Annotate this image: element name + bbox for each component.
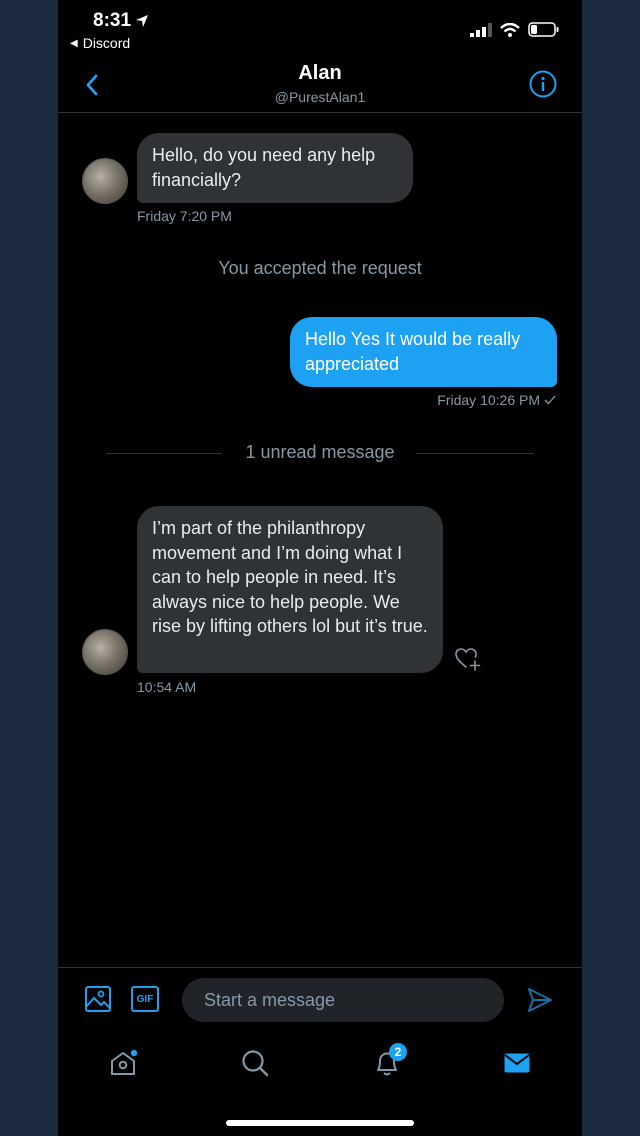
avatar[interactable] bbox=[82, 629, 128, 675]
back-app-label: Discord bbox=[82, 35, 131, 51]
back-triangle-icon: ◀ bbox=[70, 37, 78, 49]
phone-screen: 8:31 ◀ Discord Alan @PurestAlan1 Hello, … bbox=[58, 0, 582, 1136]
gif-button[interactable]: GIF bbox=[131, 986, 159, 1012]
bottom-tab-bar: 2 bbox=[58, 1033, 582, 1093]
tab-notifications[interactable]: 2 bbox=[365, 1041, 409, 1085]
avatar[interactable] bbox=[82, 158, 128, 204]
image-button[interactable] bbox=[84, 985, 112, 1013]
gif-label: GIF bbox=[136, 993, 154, 1005]
home-icon bbox=[111, 1049, 138, 1075]
message-input[interactable]: Start a message bbox=[182, 978, 504, 1022]
message-timestamp: Friday 7:20 PM bbox=[137, 208, 232, 224]
notification-badge: 2 bbox=[389, 1043, 407, 1061]
message-bubble-incoming[interactable]: Hello, do you need any help financially? bbox=[137, 133, 413, 203]
conversation-header: Alan @PurestAlan1 bbox=[58, 60, 582, 113]
send-icon bbox=[528, 988, 552, 1012]
tab-search[interactable] bbox=[233, 1041, 277, 1085]
message-bubble-incoming[interactable]: I’m part of the philanthropy movement an… bbox=[137, 506, 443, 673]
message-text: Hello Yes It would be really appreciated bbox=[305, 329, 521, 374]
tab-home[interactable] bbox=[101, 1041, 145, 1085]
status-time: 8:31 bbox=[93, 10, 149, 32]
mail-icon bbox=[504, 1053, 530, 1073]
image-icon bbox=[85, 986, 111, 1012]
message-composer: GIF Start a message bbox=[58, 967, 582, 1032]
info-icon bbox=[529, 70, 557, 98]
battery-icon bbox=[528, 22, 559, 37]
system-message: You accepted the request bbox=[218, 258, 422, 278]
tab-messages[interactable] bbox=[495, 1041, 539, 1085]
location-arrow-icon bbox=[136, 15, 149, 27]
check-icon bbox=[544, 395, 556, 405]
message-meta: Friday 10:26 PM bbox=[437, 392, 556, 408]
message-input-placeholder: Start a message bbox=[204, 990, 336, 1010]
send-button[interactable] bbox=[526, 986, 554, 1014]
status-icons bbox=[470, 22, 560, 37]
like-button[interactable] bbox=[454, 645, 482, 673]
home-indicator[interactable] bbox=[226, 1120, 414, 1126]
divider-line-right bbox=[416, 453, 534, 454]
wifi-icon bbox=[500, 22, 520, 37]
time-text: 8:31 bbox=[93, 10, 132, 31]
search-icon bbox=[242, 1050, 269, 1077]
message-text: Hello, do you need any help financially? bbox=[152, 145, 376, 190]
message-text: I’m part of the philanthropy movement an… bbox=[152, 518, 428, 636]
heart-plus-icon bbox=[455, 648, 481, 671]
back-to-app-link[interactable]: ◀ Discord bbox=[70, 35, 130, 51]
message-timestamp: 10:54 AM bbox=[137, 679, 197, 695]
info-button[interactable] bbox=[528, 69, 558, 99]
contact-handle: @PurestAlan1 bbox=[274, 89, 366, 105]
message-timestamp: Friday 10:26 PM bbox=[437, 392, 540, 408]
status-bar: 8:31 ◀ Discord bbox=[58, 0, 582, 60]
contact-name[interactable]: Alan bbox=[58, 62, 582, 85]
message-bubble-outgoing[interactable]: Hello Yes It would be really appreciated bbox=[290, 317, 557, 387]
signal-icon bbox=[470, 22, 492, 37]
